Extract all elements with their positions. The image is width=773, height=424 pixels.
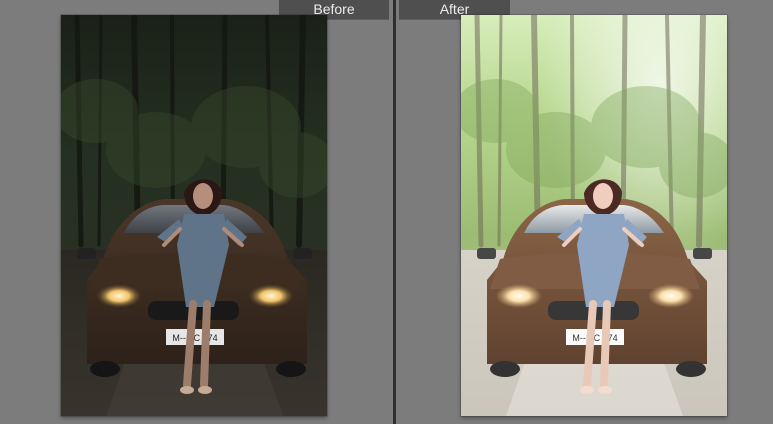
after-photo[interactable]: M-- TC 174 — [461, 15, 727, 416]
before-photo[interactable]: M-- TC 174 — [61, 15, 327, 416]
compare-divider[interactable] — [393, 0, 396, 424]
before-photo-image: M-- TC 174 — [61, 15, 327, 416]
before-license-plate: M-- TC 174 — [172, 333, 217, 343]
after-photo-image: M-- TC 174 — [461, 15, 727, 416]
after-license-plate: M-- TC 174 — [572, 333, 617, 343]
